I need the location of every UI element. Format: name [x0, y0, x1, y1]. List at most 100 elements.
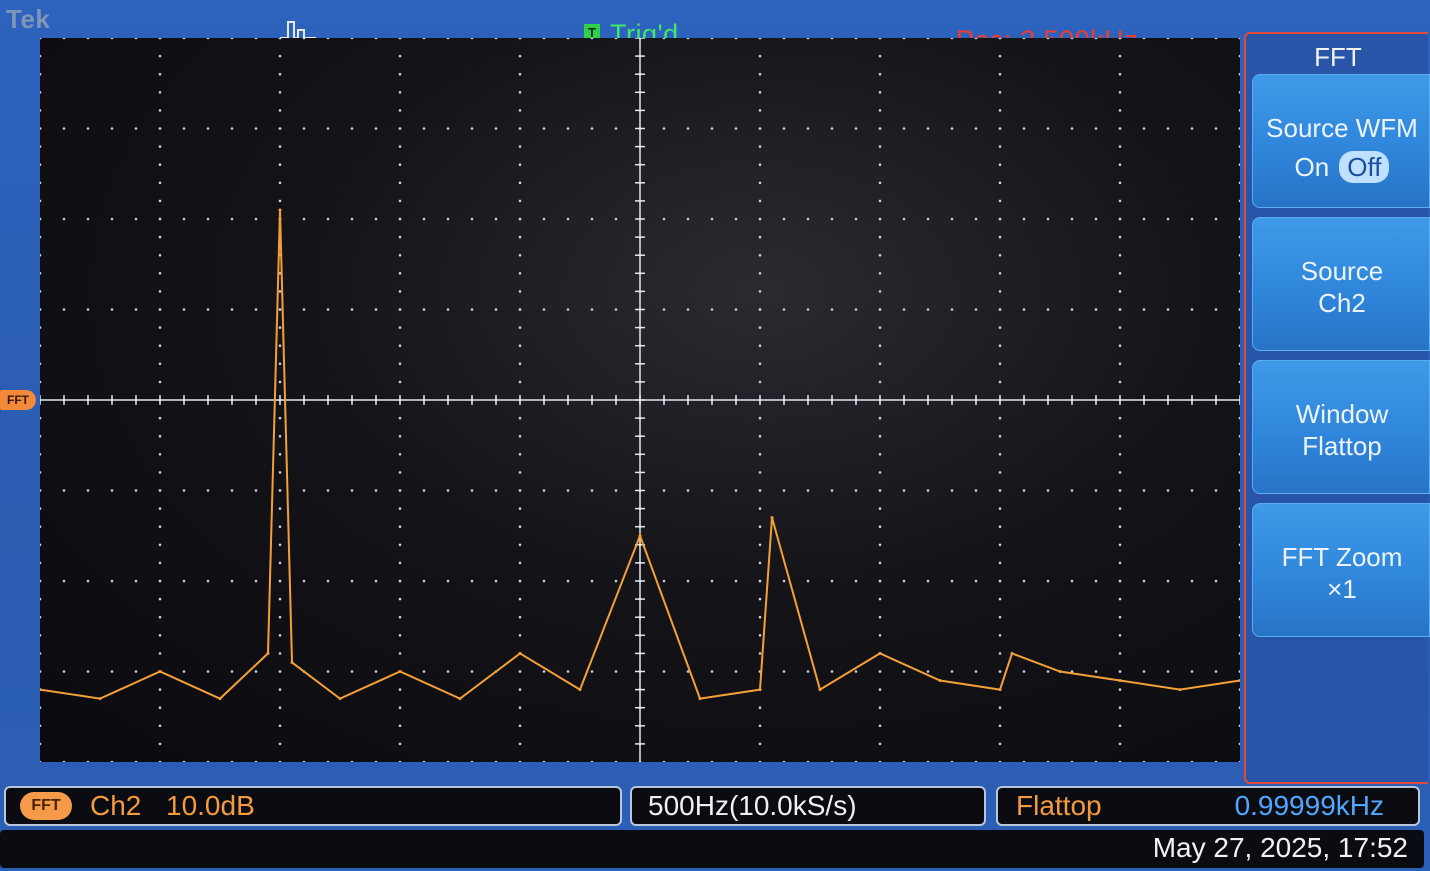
graticule-dot [40, 416, 42, 420]
graticule-dot [878, 326, 882, 329]
graticule-dot [374, 38, 378, 40]
graticule-dot [398, 145, 402, 148]
graticule-dot [278, 91, 282, 94]
graticule-dot [902, 579, 906, 583]
graticule-dot [86, 38, 90, 40]
graticule-dot [806, 217, 810, 221]
graticule-dot [830, 308, 834, 311]
graticule-dot [998, 308, 1002, 311]
graticule-dot [278, 109, 282, 112]
graticule-dot [686, 760, 690, 762]
fft-channel-badge: FFT [20, 792, 72, 820]
window-readout: Flattop [1016, 790, 1102, 821]
fft-reference-marker: FFT [0, 390, 36, 410]
graticule-dot [254, 127, 258, 130]
graticule-dot [710, 760, 714, 762]
graticule-dot [1118, 72, 1122, 76]
source-button[interactable]: Source Ch2 [1252, 217, 1430, 351]
graticule-dot [998, 670, 1002, 673]
graticule-dot [40, 235, 42, 239]
graticule-dot [302, 760, 306, 762]
graticule-dot [662, 127, 666, 130]
graticule-dot [734, 127, 738, 130]
graticule-dot [158, 615, 162, 619]
graticule-dot [590, 579, 594, 583]
graticule-dot [854, 217, 858, 221]
graticule-dot [40, 54, 42, 58]
graticule-dot [278, 615, 282, 619]
graticule-dot [902, 760, 906, 762]
graticule-dot [398, 525, 402, 528]
graticule-dot [1190, 579, 1194, 583]
graticule-dot [1166, 217, 1170, 221]
graticule-dot [40, 597, 42, 601]
graticule-dot [158, 579, 162, 583]
graticule-dot [1238, 434, 1240, 438]
fft-spectrum-point [878, 651, 882, 655]
graticule-dot [542, 308, 546, 311]
graticule-dot [158, 217, 162, 221]
graticule-dot [40, 724, 42, 728]
graticule-dot [878, 217, 882, 221]
graticule-dot [110, 38, 114, 40]
fft-zoom-button[interactable]: FFT Zoom ×1 [1252, 503, 1430, 637]
graticule-dot [1238, 199, 1240, 203]
brand-logo: Tek [6, 4, 51, 34]
graticule-dot [614, 308, 618, 311]
source-wfm-button[interactable]: Source WFM On Off [1252, 74, 1430, 208]
graticule-dot [206, 217, 210, 221]
graticule-dot [1094, 308, 1098, 311]
graticule-dot [1166, 760, 1170, 762]
graticule-dot [398, 235, 402, 239]
source-wfm-label: Source WFM [1266, 113, 1418, 143]
graticule-dot [1190, 127, 1194, 130]
graticule-dot [206, 579, 210, 583]
graticule-dot [926, 308, 930, 311]
graticule-dot [878, 489, 882, 492]
graticule-dot [518, 688, 522, 691]
channel-name: Ch2 [90, 790, 142, 821]
graticule-dot [974, 127, 978, 130]
graticule-dot [1046, 670, 1050, 673]
graticule-dot [158, 760, 162, 762]
graticule-dot [734, 489, 738, 492]
graticule-dot [1046, 579, 1050, 583]
graticule-dot [40, 471, 42, 474]
graticule-dot [878, 760, 882, 762]
graticule-dot [758, 615, 762, 619]
graticule-dot [1118, 507, 1122, 510]
graticule-dot [40, 217, 42, 221]
graticule-dot [158, 181, 162, 185]
graticule-dot [782, 489, 786, 492]
graticule-dot [878, 145, 882, 148]
graticule-dot [926, 38, 930, 40]
graticule-dot [40, 652, 42, 655]
graticule-dot [470, 217, 474, 221]
graticule-dot [782, 670, 786, 673]
graticule-dot [758, 434, 762, 438]
graticule-dot [710, 670, 714, 673]
graticule-dot [758, 416, 762, 420]
graticule-dot [40, 670, 42, 673]
fft-spectrum-point [458, 697, 462, 701]
graticule-dot [398, 272, 402, 275]
oscilloscope-display: Tek T Trig'd Pos: 2.500kHz FFT FFT Sourc… [0, 0, 1430, 871]
frequency-readout: 0.99999kHz [1234, 790, 1384, 821]
graticule-dot [158, 127, 162, 130]
graticule-dot [998, 579, 1002, 583]
graticule-dot [1070, 489, 1074, 492]
graticule-dot [398, 217, 402, 221]
graticule-dot [446, 127, 450, 130]
window-button[interactable]: Window Flattop [1252, 360, 1430, 494]
graticule-dot [878, 507, 882, 510]
graticule-dot [926, 217, 930, 221]
graticule-dot [662, 579, 666, 583]
graticule-dot [326, 579, 330, 583]
graticule-dot [1118, 543, 1122, 547]
graticule-dot [686, 127, 690, 130]
graticule-dot [158, 453, 162, 456]
graticule-dot [158, 72, 162, 76]
graticule-dot [398, 507, 402, 510]
graticule-dot [998, 91, 1002, 94]
graticule-dot [710, 579, 714, 583]
